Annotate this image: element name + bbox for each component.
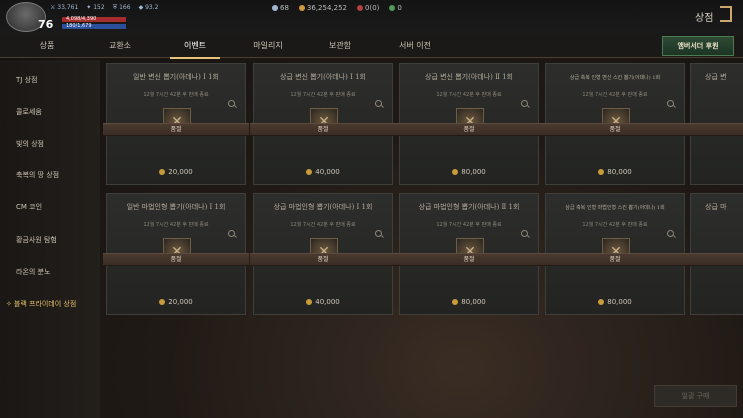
product-card[interactable]: 상급 변신 뽑기(아데나) Ⅱ 1회 12월 7시간 42분 후 판매 종료 품… xyxy=(396,63,542,185)
sold-out-banner: 품절 xyxy=(250,123,396,136)
green-gem-icon xyxy=(389,5,396,11)
sold-out-banner: 품절 xyxy=(542,123,688,136)
price: 40,000 xyxy=(254,298,392,306)
main-tabs: 상품 교환소 이벤트 마일리지 보관함 서버 이전 xyxy=(0,34,743,59)
tab-products[interactable]: 상품 xyxy=(12,38,82,54)
gold-coin-icon xyxy=(159,299,166,305)
stat-combat-power: ⚔ 33,761 xyxy=(50,4,79,11)
zoom-icon[interactable] xyxy=(375,100,382,107)
tab-event[interactable]: 이벤트 xyxy=(160,38,230,59)
gold-coin-icon xyxy=(306,169,313,175)
product-card[interactable]: 상급 마법인형 뽑기(아데나) Ⅰ 1회 12월 7시간 42분 후 판매 종료… xyxy=(250,193,396,315)
diamond-icon xyxy=(272,5,278,11)
sold-out-banner: 품절 xyxy=(542,253,688,266)
product-card[interactable]: 일반 마법인형 뽑기(아데나) Ⅰ 1회 12월 7시간 42분 후 판매 종료… xyxy=(103,193,249,315)
sidebar-item-tj-shop[interactable]: TJ 상점 xyxy=(16,75,37,85)
product-card[interactable]: 상급 마법인형 뽑기(아데나) Ⅱ 1회 12월 7시간 42분 후 판매 종료… xyxy=(396,193,542,315)
player-level: 76 xyxy=(38,18,54,31)
sold-out-banner xyxy=(687,253,743,266)
sidebar-item-golden-temple[interactable]: 황금사원 탐험 xyxy=(16,235,57,245)
price: 40,000 xyxy=(254,168,392,176)
sold-out-banner: 품절 xyxy=(103,253,249,266)
tab-mileage[interactable]: 마일리지 xyxy=(233,38,303,54)
player-stats: ⚔ 33,761 ✦ 152 ⛨ 166 ◆ 93.2 xyxy=(50,4,158,12)
sold-out-banner: 품절 xyxy=(250,253,396,266)
sold-out-banner: 품절 xyxy=(103,123,249,136)
ambassador-sponsor-button[interactable]: 앰버서더 후원 xyxy=(662,36,734,56)
mp-bar: 180/1,679 xyxy=(62,24,126,29)
product-card[interactable]: 상급 변신 뽑기(아데나) Ⅰ 1회 12월 7시간 42분 후 판매 종료 품… xyxy=(250,63,396,185)
currency-gold: 36,254,252 xyxy=(298,4,347,12)
currency-bar: 68 36,254,252 0(0) 0 xyxy=(272,4,402,12)
zoom-icon[interactable] xyxy=(521,230,528,237)
tab-server-transfer[interactable]: 서버 이전 xyxy=(380,38,450,54)
sidebar-item-light-shop[interactable]: 빛의 상점 xyxy=(16,139,44,149)
star-icon: ✧ xyxy=(6,300,12,308)
product-card[interactable]: 상급 축복 인형 변신 스킨 뽑기(아데나) 1회 12월 7시간 42분 후 … xyxy=(542,63,688,185)
top-status-bar: 76 ⚔ 33,761 ✦ 152 ⛨ 166 ◆ 93.2 4,098/4,3… xyxy=(0,0,743,34)
product-card-partial[interactable]: 상급 변 xyxy=(687,63,743,185)
currency-diamond: 68 xyxy=(272,4,289,12)
gold-coin-icon xyxy=(598,299,605,305)
price: 80,000 xyxy=(546,298,684,306)
sold-out-banner: 품절 xyxy=(396,123,542,136)
currency-red-gem: 0(0) xyxy=(357,4,379,12)
price: 20,000 xyxy=(107,168,245,176)
page-title: 상점 xyxy=(695,13,714,24)
product-card-partial[interactable]: 상급 마 xyxy=(687,193,743,315)
gold-coin-icon xyxy=(452,299,459,305)
gold-coin-icon xyxy=(452,169,459,175)
sold-out-banner xyxy=(687,123,743,136)
price: 80,000 xyxy=(400,298,538,306)
red-gem-icon xyxy=(357,5,364,11)
sidebar-item-black-friday[interactable]: ✧ 블랙 프라이데이 상점 xyxy=(6,299,76,309)
gold-coin-icon xyxy=(159,169,166,175)
price: 20,000 xyxy=(107,298,245,306)
tab-exchange[interactable]: 교환소 xyxy=(85,38,155,54)
product-card[interactable]: 상급 축복 인형 마법인형 스킨 뽑기(아데나) 1회 12월 7시간 42분 … xyxy=(542,193,688,315)
stat-attack: ✦ 152 xyxy=(86,4,105,11)
sidebar-item-cm-coin[interactable]: CM 코인 xyxy=(16,202,42,212)
sidebar: TJ 상점 콜로세움 빛의 상점 축복의 땅 상점 CM 코인 황금사원 탐험 … xyxy=(0,60,100,418)
hp-bar: 4,098/4,390 xyxy=(62,17,126,22)
gold-coin-icon xyxy=(306,299,313,305)
shop-icon[interactable] xyxy=(720,6,732,22)
gold-coin-icon xyxy=(298,5,305,11)
currency-green-gem: 0 xyxy=(389,4,402,12)
zoom-icon[interactable] xyxy=(375,230,382,237)
zoom-icon[interactable] xyxy=(667,100,674,107)
bulk-buy-button[interactable]: 일괄 구매 xyxy=(654,385,737,407)
stat-weight: ◆ 93.2 xyxy=(138,4,159,11)
sidebar-item-raon-wrath[interactable]: 라온의 분노 xyxy=(16,267,50,277)
sidebar-item-colosseum[interactable]: 콜로세움 xyxy=(16,107,42,117)
sold-out-banner: 품절 xyxy=(396,253,542,266)
tab-storage[interactable]: 보관함 xyxy=(305,38,375,54)
price: 80,000 xyxy=(400,168,538,176)
zoom-icon[interactable] xyxy=(228,230,235,237)
zoom-icon[interactable] xyxy=(228,100,235,107)
zoom-icon[interactable] xyxy=(667,230,674,237)
stat-defense: ⛨ 166 xyxy=(112,4,131,11)
gold-coin-icon xyxy=(598,169,605,175)
price: 80,000 xyxy=(546,168,684,176)
zoom-icon[interactable] xyxy=(521,100,528,107)
product-card[interactable]: 일반 변신 뽑기(아데나) Ⅰ 1회 12월 7시간 42분 후 판매 종료 품… xyxy=(103,63,249,185)
sidebar-item-blessed-land-shop[interactable]: 축복의 땅 상점 xyxy=(16,170,59,180)
